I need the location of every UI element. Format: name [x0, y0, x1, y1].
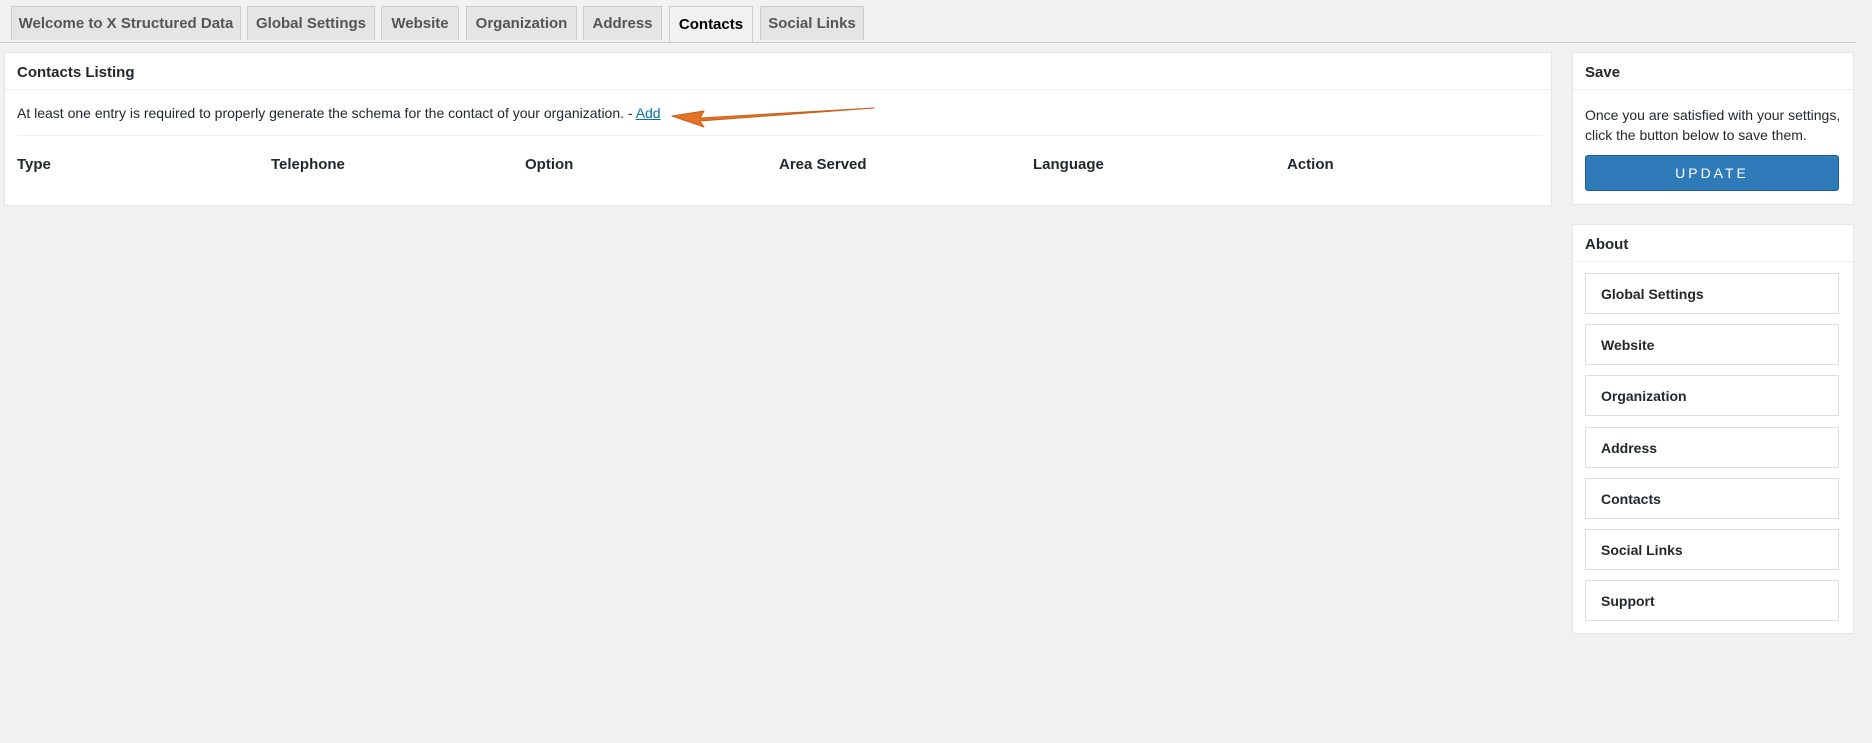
tab-website[interactable]: Website — [381, 6, 459, 40]
about-link-website[interactable]: Website — [1585, 324, 1839, 365]
about-link-global-settings[interactable]: Global Settings — [1585, 273, 1839, 314]
save-box: Save Once you are satisfied with your se… — [1572, 52, 1854, 205]
save-description: Once you are satisfied with your setting… — [1585, 107, 1841, 143]
divider — [1573, 261, 1853, 262]
tab-bar: Welcome to X Structured Data Global Sett… — [0, 0, 1856, 43]
divider — [5, 89, 1551, 90]
column-header-type: Type — [17, 156, 51, 173]
column-header-language: Language — [1033, 156, 1104, 173]
column-header-action: Action — [1287, 156, 1334, 173]
panel-title: Contacts Listing — [17, 64, 135, 81]
about-link-social-links[interactable]: Social Links — [1585, 529, 1839, 570]
tab-organization[interactable]: Organization — [466, 6, 577, 40]
about-link-contacts[interactable]: Contacts — [1585, 478, 1839, 519]
about-link-organization[interactable]: Organization — [1585, 375, 1839, 416]
notice-text: At least one entry is required to proper… — [17, 105, 636, 121]
divider — [17, 135, 1543, 136]
tab-address[interactable]: Address — [583, 6, 662, 40]
arrow-left-icon — [671, 107, 875, 128]
about-title: About — [1585, 236, 1629, 253]
tab-contacts[interactable]: Contacts — [669, 6, 753, 42]
update-button[interactable]: UPDATE — [1585, 155, 1839, 191]
required-entry-notice: At least one entry is required to proper… — [17, 105, 661, 121]
divider — [1573, 89, 1853, 90]
column-header-area-served: Area Served — [779, 156, 867, 173]
column-header-telephone: Telephone — [271, 156, 345, 173]
about-link-address[interactable]: Address — [1585, 427, 1839, 468]
tab-welcome[interactable]: Welcome to X Structured Data — [11, 6, 241, 40]
about-box: About Global Settings Website Organizati… — [1572, 224, 1854, 634]
tab-social-links[interactable]: Social Links — [760, 6, 864, 40]
column-header-option: Option — [525, 156, 574, 173]
add-contact-link[interactable]: Add — [636, 105, 661, 121]
tab-global-settings[interactable]: Global Settings — [247, 6, 375, 40]
about-link-support[interactable]: Support — [1585, 580, 1839, 621]
save-title: Save — [1585, 64, 1621, 81]
